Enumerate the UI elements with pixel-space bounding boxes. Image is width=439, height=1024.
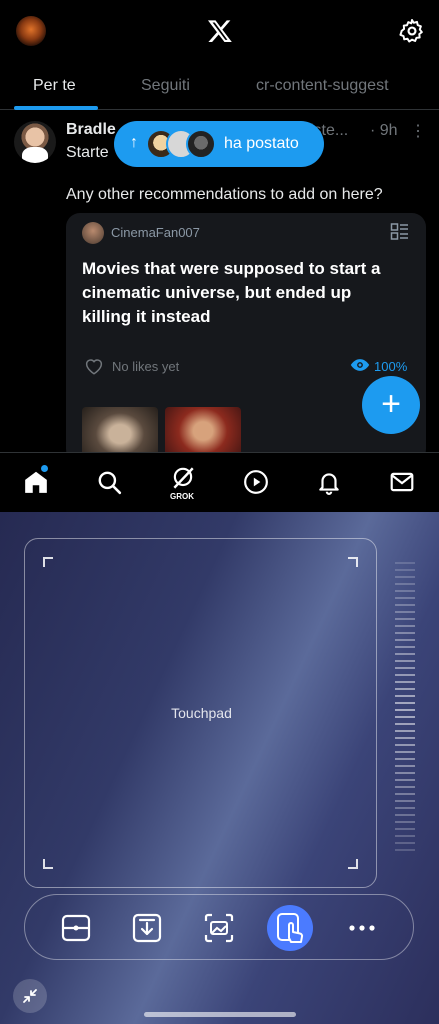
collapse-icon xyxy=(23,989,37,1003)
scroll-tick xyxy=(395,842,415,844)
new-posts-label: ha postato xyxy=(224,135,299,152)
scroll-tick xyxy=(395,632,415,634)
scroll-tick xyxy=(395,695,415,697)
scroll-tick xyxy=(395,625,415,627)
profile-avatar[interactable] xyxy=(16,16,46,46)
touchpad-area[interactable]: Touchpad xyxy=(24,538,377,888)
home-indicator[interactable] xyxy=(144,1012,296,1017)
scroll-tick xyxy=(395,576,415,578)
compose-button[interactable]: + xyxy=(362,376,420,434)
touchpad-label: Touchpad xyxy=(171,705,232,721)
corner-mark xyxy=(348,557,358,567)
screenshot-icon[interactable] xyxy=(196,905,242,951)
scroll-tick xyxy=(395,772,415,774)
play-icon[interactable] xyxy=(243,469,269,495)
card-user-avatar xyxy=(82,222,104,244)
scroll-tick xyxy=(395,723,415,725)
scroll-tick xyxy=(395,590,415,592)
card-title: Movies that were supposed to start a cin… xyxy=(82,259,381,326)
corner-mark xyxy=(43,557,53,567)
post-author-name[interactable]: Bradle xyxy=(66,121,116,139)
card-user-name: CinemaFan007 xyxy=(111,225,200,240)
scroll-tick xyxy=(395,604,415,606)
mail-icon[interactable] xyxy=(389,469,415,495)
scroll-tick xyxy=(395,793,415,795)
scroll-tick xyxy=(395,667,415,669)
x-logo-icon[interactable] xyxy=(207,18,233,44)
scroll-tick xyxy=(395,751,415,753)
scroll-tick xyxy=(395,849,415,851)
heart-icon[interactable] xyxy=(84,357,104,375)
scroll-tick xyxy=(395,814,415,816)
scroll-tick xyxy=(395,709,415,711)
scroll-tick xyxy=(395,674,415,676)
scroll-tick xyxy=(395,779,415,781)
scroll-tick xyxy=(395,765,415,767)
notification-dot xyxy=(41,465,48,472)
tab-seguiti[interactable]: Seguiti xyxy=(141,62,190,110)
post-started-text: Starte xyxy=(66,144,109,161)
scroll-tick xyxy=(395,639,415,641)
bottom-nav: GROK xyxy=(0,452,439,512)
scroll-tick xyxy=(395,660,415,662)
scroll-tick xyxy=(395,597,415,599)
scroll-tick xyxy=(395,681,415,683)
more-icon[interactable] xyxy=(339,905,385,951)
scroll-tick xyxy=(395,716,415,718)
home-icon[interactable] xyxy=(23,469,49,495)
corner-mark xyxy=(43,859,53,869)
eye-icon xyxy=(350,359,370,371)
post-more-icon[interactable]: ⋮ xyxy=(410,121,426,141)
post-text: Any other recommendations to add on here… xyxy=(66,186,383,203)
list-icon xyxy=(390,223,408,240)
scroll-tick xyxy=(395,835,415,837)
touch-icon xyxy=(277,913,304,943)
scroll-tick xyxy=(395,800,415,802)
post-author-avatar[interactable] xyxy=(14,121,56,163)
scroll-tick xyxy=(395,702,415,704)
scroll-tick xyxy=(395,569,415,571)
scroll-tick xyxy=(395,618,415,620)
tab-cr-content-suggest[interactable]: cr-content-suggest xyxy=(256,62,389,110)
x-app: Per te Seguiti cr-content-suggest Bradle… xyxy=(0,0,439,512)
scroll-tick xyxy=(395,688,415,690)
scroll-tick xyxy=(395,583,415,585)
scroll-tick xyxy=(395,758,415,760)
grok-label: GROK xyxy=(170,492,194,501)
touchpad-toolbar xyxy=(24,894,414,960)
active-tab-indicator xyxy=(14,106,98,110)
scroll-tick xyxy=(395,646,415,648)
avatar xyxy=(186,129,216,159)
scroll-tick xyxy=(395,828,415,830)
gear-icon[interactable] xyxy=(399,18,425,44)
scroll-tick xyxy=(395,730,415,732)
scroll-tick xyxy=(395,653,415,655)
corner-mark xyxy=(348,859,358,869)
plus-icon: + xyxy=(381,385,401,423)
top-bar xyxy=(0,0,439,62)
arrow-up-icon: ↑ xyxy=(130,134,138,151)
scroll-tick xyxy=(395,611,415,613)
grok-icon[interactable] xyxy=(170,465,196,491)
likes-count: No likes yet xyxy=(112,359,180,374)
touchpad-panel: Touchpad xyxy=(0,512,439,1024)
tab-per-te[interactable]: Per te xyxy=(33,62,76,110)
scroll-tick xyxy=(395,807,415,809)
scroll-tick xyxy=(395,786,415,788)
search-icon[interactable] xyxy=(96,469,122,495)
view-percent: 100% xyxy=(374,359,408,374)
collapse-button[interactable] xyxy=(13,979,47,1013)
bell-icon[interactable] xyxy=(316,469,342,495)
scroll-tick xyxy=(395,562,415,564)
feed-tabs: Per te Seguiti cr-content-suggest xyxy=(0,62,439,110)
post-time: · 9h xyxy=(370,122,398,139)
scroll-tick xyxy=(395,737,415,739)
scroll-tick xyxy=(395,744,415,746)
scroll-strip[interactable] xyxy=(395,562,415,862)
touch-mode-button[interactable] xyxy=(267,905,313,951)
download-icon[interactable] xyxy=(124,905,170,951)
scroll-tick xyxy=(395,821,415,823)
crop-icon[interactable] xyxy=(53,905,99,951)
new-posts-pill[interactable]: ↑ ha postato xyxy=(114,121,324,167)
